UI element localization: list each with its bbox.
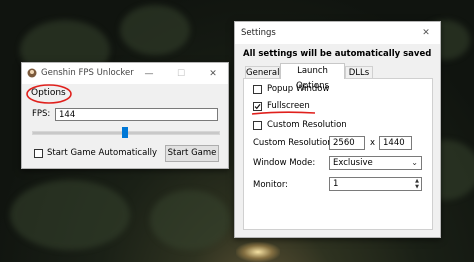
settings-window: Settings ✕ All settings will be automati…	[234, 21, 441, 238]
resolution-field-label: Custom Resolution:	[253, 138, 336, 148]
window-mode-value: Exclusive	[333, 158, 373, 168]
settings-titlebar[interactable]: Settings ✕	[235, 22, 440, 44]
fps-slider[interactable]	[32, 125, 220, 139]
unlocker-titlebar[interactable]: Genshin FPS Unlocker — ☐ ✕	[22, 63, 228, 84]
window-mode-select[interactable]: Exclusive ⌄	[329, 156, 422, 170]
checkmark-icon	[254, 104, 261, 110]
start-automatically-checkbox[interactable]	[34, 149, 43, 158]
resolution-width-input[interactable]: 2560	[329, 136, 365, 150]
monitor-label: Monitor:	[253, 180, 289, 190]
fullscreen-annotation-underline	[251, 111, 316, 115]
window-mode-label: Window Mode:	[253, 158, 316, 168]
stepper-arrows-icon[interactable]: ▲ ▼	[415, 178, 419, 190]
fps-input[interactable]: 144	[55, 108, 218, 121]
options-annotation-ellipse	[26, 84, 72, 104]
custom-resolution-label: Custom Resolution	[267, 120, 347, 130]
slider-thumb[interactable]	[122, 127, 128, 138]
tab-launch-options[interactable]: Launch Options	[280, 63, 345, 91]
monitor-value: 1	[333, 179, 339, 189]
fps-unlocker-window: Genshin FPS Unlocker — ☐ ✕ Options FPS: …	[21, 62, 229, 169]
settings-close-icon[interactable]: ✕	[415, 22, 437, 43]
maximize-icon[interactable]: ☐	[170, 63, 192, 84]
settings-title: Settings	[241, 28, 276, 38]
start-game-button[interactable]: Start Game	[165, 145, 219, 162]
start-automatically-label: Start Game Automatically	[47, 148, 158, 158]
settings-header: All settings will be automatically saved	[243, 49, 432, 59]
minimize-icon[interactable]: —	[138, 63, 160, 84]
chevron-down-icon: ⌄	[411, 158, 418, 167]
custom-resolution-checkbox[interactable]	[253, 121, 262, 130]
resolution-height-input[interactable]: 1440	[379, 136, 412, 150]
lamp-glow	[236, 242, 280, 262]
app-icon	[27, 68, 37, 78]
fps-label: FPS:	[32, 109, 51, 119]
close-icon[interactable]: ✕	[202, 63, 224, 84]
resolution-separator: x	[370, 138, 376, 148]
unlocker-title: Genshin FPS Unlocker	[41, 68, 134, 78]
monitor-stepper[interactable]: 1 ▲ ▼	[329, 177, 422, 191]
popup-window-checkbox[interactable]	[253, 85, 262, 94]
